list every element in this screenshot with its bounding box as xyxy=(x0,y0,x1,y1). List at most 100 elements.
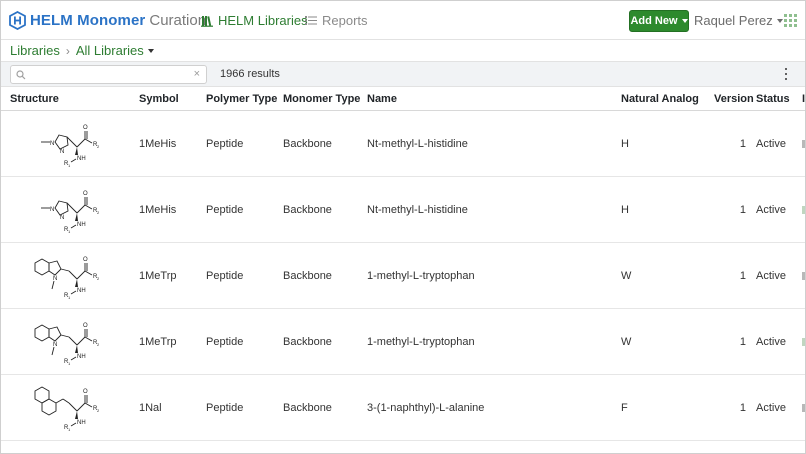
svg-text:O: O xyxy=(83,323,88,329)
cell-natural-analog: F xyxy=(621,402,628,414)
cell-more-truncated xyxy=(802,140,805,148)
table-toolbar: × 1966 results xyxy=(1,61,805,87)
brand-name-light: Curation xyxy=(149,12,207,29)
brand[interactable]: HELM Monomer Curation xyxy=(9,11,206,30)
search-input[interactable] xyxy=(31,67,191,82)
table-row[interactable]: N N O R 2 NH R 1 1MeHis Peptide Backbone Nt-met… xyxy=(1,177,805,243)
column-header-status[interactable]: Status xyxy=(756,93,790,105)
column-header-natural-analog[interactable]: Natural Analog xyxy=(621,93,699,105)
kebab-menu-icon[interactable] xyxy=(783,67,789,81)
cell-more-truncated xyxy=(802,338,805,346)
breadcrumb-all-libraries-label: All Libraries xyxy=(75,43,144,58)
cell-polymer-type: Peptide xyxy=(206,204,244,216)
helm-logo-icon xyxy=(9,11,26,30)
column-header-more[interactable]: I xyxy=(802,93,805,105)
cell-more-truncated xyxy=(802,272,805,280)
cell-name: Nt-methyl-L-histidine xyxy=(367,138,468,150)
add-new-button[interactable]: Add New xyxy=(629,10,689,32)
svg-text:2: 2 xyxy=(97,408,100,413)
cell-symbol: 1MeTrp xyxy=(139,270,177,282)
breadcrumb-all-libraries[interactable]: All Libraries xyxy=(76,43,154,58)
nav-helm-libraries-label: HELM Libraries xyxy=(218,13,308,28)
cell-monomer-type: Backbone xyxy=(283,138,332,150)
cell-monomer-type: Backbone xyxy=(283,270,332,282)
chemical-structure-indole: NOR 2NHR 1 xyxy=(34,257,100,300)
table-row[interactable]: N O R 2 NH R 1 1MeTrp Peptide Backbone 1-methy… xyxy=(1,243,805,309)
structure-image: N N O R 2 NH R 1 xyxy=(29,117,109,171)
svg-text:2: 2 xyxy=(97,276,100,281)
table-row[interactable]: N O R 2 NH R 1 1MeTrp Peptide Backbone 1-methy… xyxy=(1,309,805,375)
cell-monomer-type: Backbone xyxy=(283,204,332,216)
nav-reports-label: Reports xyxy=(322,13,368,28)
cell-natural-analog: W xyxy=(621,270,632,282)
column-header-monomer-type[interactable]: Monomer Type xyxy=(283,93,360,105)
cell-monomer-type: Backbone xyxy=(283,336,332,348)
svg-text:NH: NH xyxy=(77,354,86,360)
column-header-version[interactable]: Version xyxy=(714,93,754,105)
svg-text:2: 2 xyxy=(97,342,100,347)
user-name: Raquel Perez xyxy=(694,13,773,28)
brand-name-strong: HELM Monomer xyxy=(30,12,146,29)
svg-text:O: O xyxy=(83,389,88,395)
cell-symbol: 1MeTrp xyxy=(139,336,177,348)
svg-text:N: N xyxy=(50,141,54,147)
svg-text:1: 1 xyxy=(68,163,71,168)
results-count: 1966 results xyxy=(220,68,280,80)
table-row[interactable]: O R 2 NH R 1 1Nal Peptide Backbone 3-(1-napht… xyxy=(1,375,805,441)
chemical-structure-imidazole: NNOR 2NHR 1 xyxy=(41,125,100,168)
chemical-structure-imidazole: NNOR 2NHR 1 xyxy=(41,191,100,234)
column-header-symbol[interactable]: Symbol xyxy=(139,93,179,105)
cell-status: Active xyxy=(756,204,786,216)
cell-monomer-type: Backbone xyxy=(283,402,332,414)
cell-symbol: 1MeHis xyxy=(139,138,177,150)
svg-text:O: O xyxy=(83,191,88,197)
cell-version: 1 xyxy=(739,402,746,414)
breadcrumb-libraries[interactable]: Libraries xyxy=(10,43,60,58)
table-row[interactable]: N N O R 2 NH R 1 1MeHis Peptide Backbone Nt-met… xyxy=(1,111,805,177)
caret-down-icon xyxy=(776,18,783,23)
svg-text:NH: NH xyxy=(77,156,86,162)
cell-natural-analog: H xyxy=(621,204,629,216)
svg-text:2: 2 xyxy=(97,144,100,149)
svg-text:NH: NH xyxy=(77,420,86,426)
structure-image: N O R 2 NH R 1 xyxy=(29,249,109,303)
cell-natural-analog: W xyxy=(621,336,632,348)
svg-text:O: O xyxy=(83,125,88,131)
caret-down-icon xyxy=(147,48,154,53)
nav-reports[interactable]: Reports xyxy=(305,13,368,28)
cell-symbol: 1MeHis xyxy=(139,204,177,216)
app-window: HELM Monomer Curation HELM Libraries Rep… xyxy=(0,0,806,454)
cell-version: 1 xyxy=(739,270,746,282)
svg-text:2: 2 xyxy=(97,210,100,215)
cell-polymer-type: Peptide xyxy=(206,270,244,282)
nav-helm-libraries[interactable]: HELM Libraries xyxy=(201,13,308,28)
cell-version: 1 xyxy=(739,204,746,216)
table-header: Structure Symbol Polymer Type Monomer Ty… xyxy=(1,87,805,111)
cell-polymer-type: Peptide xyxy=(206,336,244,348)
cell-status: Active xyxy=(756,138,786,150)
structure-image: O R 2 NH R 1 xyxy=(29,381,109,435)
column-header-polymer-type[interactable]: Polymer Type xyxy=(206,93,277,105)
svg-text:O: O xyxy=(83,257,88,263)
cell-version: 1 xyxy=(739,138,746,150)
search-icon xyxy=(16,70,26,80)
svg-text:N: N xyxy=(60,149,64,155)
add-new-label: Add New xyxy=(630,15,678,27)
column-header-structure[interactable]: Structure xyxy=(10,93,59,105)
svg-text:1: 1 xyxy=(68,361,71,366)
svg-text:NH: NH xyxy=(77,222,86,228)
cell-symbol: 1Nal xyxy=(139,402,162,414)
column-header-name[interactable]: Name xyxy=(367,93,397,105)
cell-status: Active xyxy=(756,270,786,282)
cell-name: 3-(1-naphthyl)-L-alanine xyxy=(367,402,485,414)
clear-search-icon[interactable]: × xyxy=(194,68,200,80)
breadcrumb: Libraries › All Libraries xyxy=(10,43,154,58)
cell-name: 1-methyl-L-tryptophan xyxy=(367,336,475,348)
cell-name: Nt-methyl-L-histidine xyxy=(367,204,468,216)
svg-text:1: 1 xyxy=(68,229,71,234)
user-menu[interactable]: Raquel Perez xyxy=(694,13,783,28)
breadcrumb-separator: › xyxy=(65,43,70,58)
cell-polymer-type: Peptide xyxy=(206,402,244,414)
structure-image: N O R 2 NH R 1 xyxy=(29,315,109,369)
svg-text:N: N xyxy=(60,215,64,221)
